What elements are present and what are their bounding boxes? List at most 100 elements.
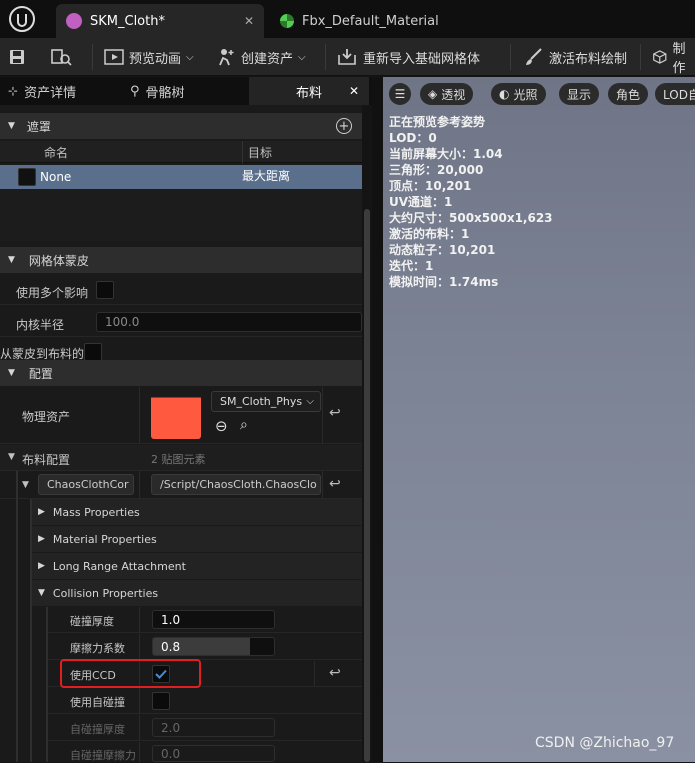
viewport-menu-button[interactable]: ☰: [389, 83, 411, 105]
stat-line: 顶点：10,201: [389, 179, 472, 193]
skin-to-cloth-checkbox[interactable]: [84, 343, 102, 361]
add-icon[interactable]: +: [336, 118, 352, 134]
column-divider: [139, 634, 140, 660]
reimport-base-mesh-button[interactable]: 重新导入基础网格体: [336, 38, 480, 76]
stat-line: 模拟时间：1.74ms: [389, 275, 499, 289]
chevron-down-icon: ⌵: [186, 51, 194, 63]
cloth-config-row[interactable]: ▼ 布料配置 2 贴图元素: [0, 445, 362, 471]
watermark: CSDN @Zhichao_97: [535, 735, 675, 751]
mesh-skin-section-header[interactable]: ▼ 网格体蒙皮: [0, 247, 362, 273]
friction-value: 0.8: [161, 639, 181, 654]
tab-skeleton-tree[interactable]: ⚲ 骨骼树: [126, 77, 244, 105]
character-button[interactable]: 角色: [608, 83, 649, 105]
reset-arrow-icon[interactable]: ↩: [329, 476, 341, 492]
mask-section-header[interactable]: ▼ 遮罩 +: [0, 113, 362, 139]
make-button[interactable]: 制作: [652, 38, 695, 76]
chevron-right-icon: ▶: [38, 534, 45, 544]
chevron-down-icon: ▼: [38, 588, 45, 598]
physics-asset-thumbnail[interactable]: [151, 391, 201, 439]
category-material-properties[interactable]: ▶ Material Properties: [32, 526, 362, 552]
config-title: 配置: [28, 366, 53, 381]
tab-cloth[interactable]: 布料 ✕: [249, 77, 369, 105]
reset-arrow-icon[interactable]: ↩: [329, 665, 341, 681]
close-icon[interactable]: ✕: [349, 84, 359, 98]
self-collision-thickness-input[interactable]: 2.0: [152, 718, 275, 737]
mask-row-target: 最大距离: [242, 169, 291, 183]
create-asset-button[interactable]: 创建资产 ⌵: [216, 38, 306, 76]
reimport-label: 重新导入基础网格体: [363, 51, 481, 67]
friction-label: 摩擦力系数: [70, 642, 125, 655]
chevron-down-icon: ▼: [8, 121, 15, 131]
column-divider: [322, 387, 323, 444]
lod-label: LOD自: [663, 87, 695, 102]
chevron-down-icon: ▼: [22, 480, 29, 490]
lighting-button[interactable]: ◐ 光照: [491, 83, 546, 105]
column-divider: [322, 471, 323, 499]
self-collision-friction-input[interactable]: 0.0: [152, 745, 275, 762]
tab-skm-cloth[interactable]: SKM_Cloth* ✕: [56, 4, 264, 38]
cloth-config-class-dropdown[interactable]: ChaosClothCor: [38, 474, 134, 495]
collision-thickness-value: 1.0: [161, 612, 181, 627]
chevron-down-icon: ▼: [8, 452, 15, 462]
stat-line: 动态粒子：10,201: [389, 243, 496, 257]
show-button[interactable]: 显示: [559, 83, 600, 105]
viewport[interactable]: ☰ ◈ 透视 ◐ 光照 显示 角色 LOD自 正在预览参考姿势 LOD：0 当前…: [383, 77, 695, 762]
multi-influence-label: 使用多个影响: [16, 286, 89, 300]
scrollbar-track[interactable]: [362, 105, 372, 762]
skeleton-icon: ⚲: [130, 83, 140, 99]
category-label: Mass Properties: [52, 505, 140, 519]
indent-guide: [16, 471, 18, 499]
chevron-right-icon: ▶: [38, 507, 45, 517]
activate-cloth-paint-label: 激活布料绘制: [549, 51, 628, 67]
cloth-config-label: 布料配置: [22, 453, 71, 467]
category-mass-properties[interactable]: ▶ Mass Properties: [32, 499, 362, 525]
self-collision-friction-value: 0.0: [161, 746, 181, 761]
mask-enable-checkbox[interactable]: [18, 168, 36, 186]
browse-icon[interactable]: ⌕: [240, 417, 248, 433]
mask-table-header: 命名 目标: [0, 141, 362, 163]
stat-line: 正在预览参考姿势: [389, 115, 486, 129]
save-button[interactable]: [8, 38, 26, 76]
multi-influence-row: 使用多个影响: [0, 275, 362, 305]
category-collision-properties[interactable]: ▼ Collision Properties: [32, 580, 362, 606]
category-long-range-attachment[interactable]: ▶ Long Range Attachment: [32, 553, 362, 579]
preview-animation-label: 预览动画: [129, 51, 182, 67]
stat-line: LOD：0: [389, 131, 437, 145]
cloth-config-path-field[interactable]: /Script/ChaosCloth.ChaosClo: [151, 474, 321, 495]
use-selected-icon[interactable]: ⊖: [215, 417, 228, 435]
config-section-header[interactable]: ▼ 配置: [0, 360, 362, 386]
collision-thickness-input[interactable]: 1.0: [152, 610, 275, 629]
unreal-logo-icon[interactable]: [0, 0, 44, 38]
stat-line: 三角形：20,000: [389, 163, 484, 177]
lod-button[interactable]: LOD自: [655, 83, 695, 105]
close-icon[interactable]: ✕: [244, 14, 254, 28]
mask-section-title: 遮罩: [26, 119, 51, 134]
self-collision-row: 使用自碰撞: [48, 688, 362, 714]
column-header-target[interactable]: 目标: [248, 144, 272, 161]
create-asset-label: 创建资产: [241, 51, 294, 67]
panel-splitter[interactable]: [372, 77, 383, 762]
reset-arrow-icon[interactable]: ↩: [329, 405, 341, 421]
activate-cloth-paint-button[interactable]: 激活布料绘制: [524, 38, 627, 76]
column-header-name[interactable]: 命名: [44, 144, 68, 161]
physics-asset-dropdown[interactable]: SM_Cloth_Phys ⌵: [211, 391, 321, 412]
friction-slider[interactable]: 0.8: [152, 637, 275, 656]
mesh-skin-title: 网格体蒙皮: [28, 253, 89, 268]
perspective-button[interactable]: ◈ 透视: [420, 83, 474, 105]
chevron-right-icon: ▶: [38, 561, 45, 571]
multi-influence-checkbox[interactable]: [96, 281, 114, 299]
mask-table-row[interactable]: None 最大距离: [0, 165, 362, 189]
stat-line: 当前屏幕大小：1.04: [389, 147, 503, 161]
save-icon: [10, 50, 24, 64]
preview-animation-button[interactable]: 预览动画 ⌵: [104, 38, 194, 76]
tab-asset-details[interactable]: ⊹ 资产详情: [4, 77, 119, 105]
details-icon: ⊹: [8, 84, 19, 98]
tab-fbx-material[interactable]: Fbx_Default_Material: [270, 4, 470, 38]
scrollbar-thumb[interactable]: [364, 209, 370, 762]
browse-asset-button[interactable]: [50, 38, 72, 76]
create-asset-icon: [219, 49, 234, 66]
self-collision-checkbox[interactable]: [152, 692, 170, 710]
stat-line: 激活的布料：1: [389, 227, 470, 241]
brush-icon: [526, 48, 542, 65]
kernel-radius-input[interactable]: 100.0: [96, 312, 362, 332]
